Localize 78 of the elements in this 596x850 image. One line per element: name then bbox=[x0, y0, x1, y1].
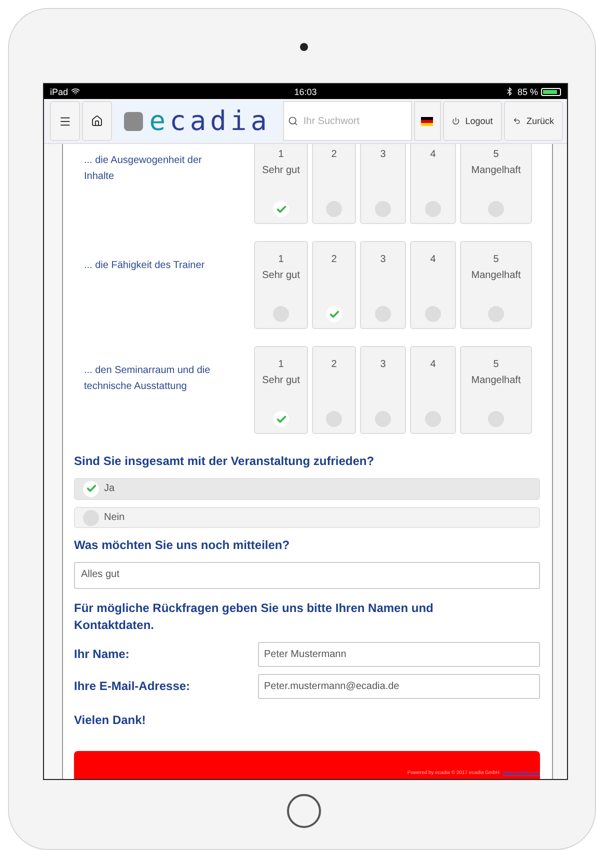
answer-option[interactable]: Nein bbox=[74, 506, 540, 528]
rating-option[interactable]: 5 Mangelhaft bbox=[460, 346, 532, 434]
battery-icon bbox=[541, 88, 561, 96]
rating-number: 1 bbox=[278, 358, 284, 372]
bluetooth-icon bbox=[505, 87, 514, 96]
rating-number: 3 bbox=[380, 358, 386, 372]
rating-option[interactable]: 2 bbox=[312, 241, 356, 329]
back-button[interactable]: Zurück bbox=[504, 101, 563, 141]
rating-option[interactable]: 4 bbox=[410, 241, 456, 329]
rating-number: 1 bbox=[278, 148, 284, 162]
question-heading: Sind Sie insgesamt mit der Veranstaltung zufrieden? bbox=[74, 453, 376, 470]
rating-option[interactable]: 1 Sehr gut bbox=[254, 241, 308, 329]
search-icon bbox=[288, 116, 298, 126]
answer-option[interactable]: Ja bbox=[74, 478, 540, 500]
logo-square-icon bbox=[124, 112, 144, 130]
rating-option[interactable]: 3 bbox=[360, 144, 406, 224]
rating-number: 4 bbox=[430, 253, 436, 267]
message-field[interactable]: Alles gut bbox=[74, 562, 540, 589]
logout-button[interactable]: Logout bbox=[442, 101, 502, 141]
rating-number: 4 bbox=[430, 358, 436, 372]
rating-option[interactable]: 1 Sehr gut bbox=[254, 346, 308, 434]
rating-question: ... die Ausgewogenheit der Inhalte bbox=[83, 154, 203, 184]
contact-intro: Für mögliche Rückfragen geben Sie uns bitte Ihren Namen und Kontaktdaten. bbox=[74, 600, 434, 634]
home-icon bbox=[91, 115, 104, 127]
power-icon bbox=[452, 116, 460, 126]
field-label: Ihre E-Mail-Adresse: bbox=[74, 679, 192, 694]
camera-icon bbox=[300, 43, 308, 51]
rating-option[interactable]: 4 bbox=[410, 144, 456, 224]
check-icon bbox=[83, 480, 99, 497]
clock: 16:03 bbox=[294, 86, 317, 96]
rating-option[interactable]: 4 bbox=[410, 346, 456, 434]
language-button[interactable] bbox=[414, 101, 441, 141]
rating-number: 5 bbox=[493, 148, 499, 162]
answer-label: Ja bbox=[104, 483, 115, 494]
check-icon bbox=[326, 306, 342, 322]
rating-caption: Mangelhaft bbox=[471, 164, 521, 178]
rating-caption: Mangelhaft bbox=[471, 269, 521, 283]
rating-number: 5 bbox=[493, 358, 499, 372]
question-heading: Was möchten Sie uns noch mitteilen? bbox=[74, 537, 291, 554]
thanks-text: Vielen Dank! bbox=[74, 712, 147, 729]
input-field[interactable]: Peter.mustermann@ecadia.de bbox=[258, 674, 540, 699]
rating-number: 1 bbox=[278, 253, 284, 267]
rating-option[interactable]: 3 bbox=[360, 241, 406, 329]
undo-arrow-icon bbox=[512, 116, 520, 126]
rating-caption: Sehr gut bbox=[262, 269, 300, 283]
rating-caption: Sehr gut bbox=[262, 164, 300, 178]
rating-question: ... den Seminarraum und die technische Ausstattung bbox=[83, 364, 212, 394]
search-field[interactable]: Ihr Suchwort bbox=[283, 101, 412, 141]
flag-icon bbox=[421, 116, 434, 126]
rating-number: 2 bbox=[331, 253, 337, 267]
rating-option[interactable]: 2 bbox=[312, 346, 356, 434]
rating-number: 3 bbox=[380, 253, 386, 267]
home-button-icon[interactable] bbox=[287, 794, 321, 828]
rating-option[interactable]: 5 Mangelhaft bbox=[460, 241, 532, 329]
rating-number: 5 bbox=[493, 253, 499, 267]
home-button[interactable] bbox=[82, 101, 112, 141]
rating-number: 3 bbox=[380, 148, 386, 162]
menu-icon bbox=[59, 114, 72, 128]
check-icon bbox=[273, 411, 289, 427]
rating-caption: Sehr gut bbox=[262, 374, 300, 388]
rating-number: 2 bbox=[331, 148, 337, 162]
rating-option[interactable]: 5 Mangelhaft bbox=[460, 144, 532, 224]
rating-option[interactable]: 1 Sehr gut bbox=[254, 144, 308, 224]
battery-percent: 85 % bbox=[517, 86, 538, 96]
rating-question: ... die Fähigkeit des Trainer bbox=[83, 259, 206, 273]
logo: ecadia bbox=[149, 108, 271, 134]
rating-option[interactable]: 3 bbox=[360, 346, 406, 434]
wifi-icon bbox=[71, 87, 80, 96]
input-field[interactable]: Peter Mustermann bbox=[258, 642, 540, 667]
rating-number: 2 bbox=[331, 358, 337, 372]
rating-option[interactable]: 2 bbox=[312, 144, 356, 224]
answer-label: Nein bbox=[104, 512, 125, 524]
menu-button[interactable] bbox=[50, 101, 80, 141]
device-name: iPad bbox=[50, 86, 68, 96]
check-icon bbox=[273, 201, 289, 217]
rating-caption: Mangelhaft bbox=[471, 374, 521, 388]
field-label: Ihr Name: bbox=[74, 647, 130, 662]
rating-number: 4 bbox=[430, 148, 436, 162]
